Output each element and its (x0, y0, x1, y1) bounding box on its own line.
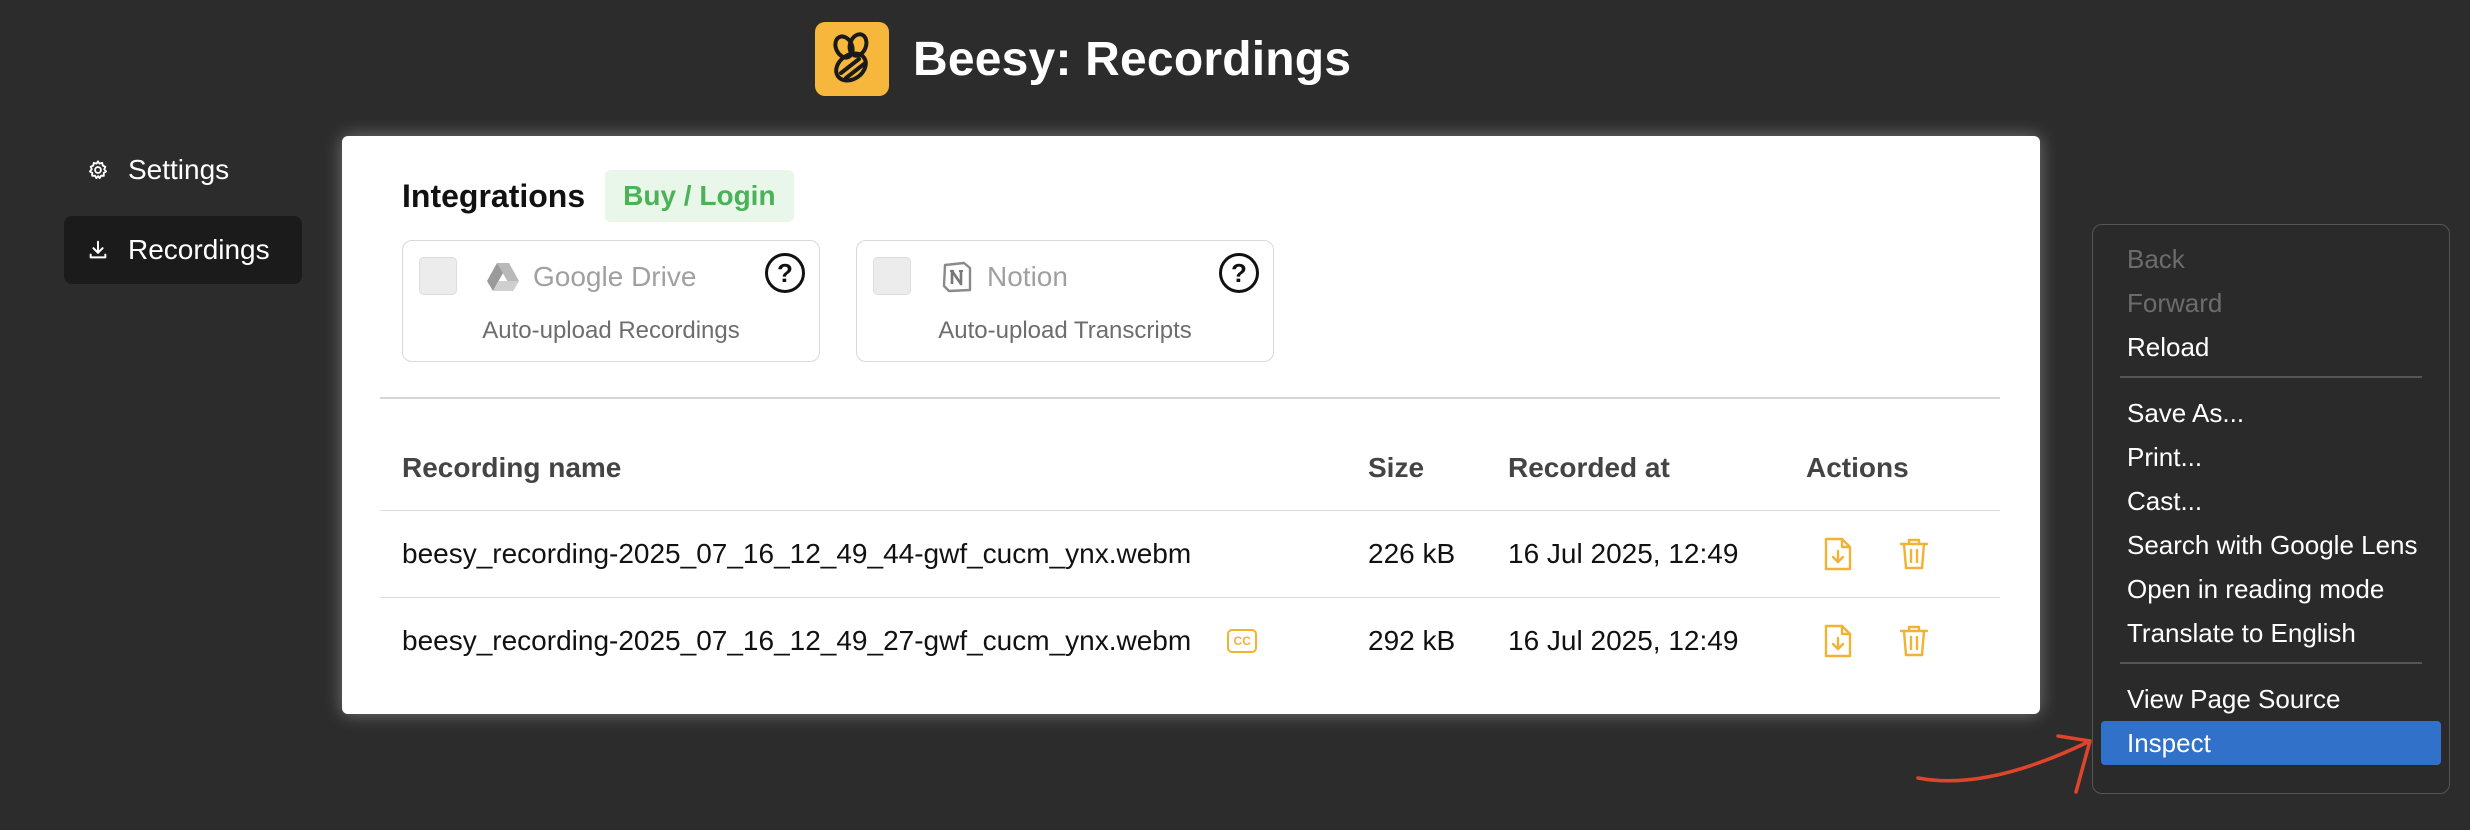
sidebar: Settings Recordings (64, 136, 302, 296)
context-menu: Back Forward Reload Save As... Print... … (2092, 224, 2450, 794)
beesy-logo-icon (815, 22, 889, 96)
app-header: Beesy: Recordings (815, 22, 1351, 96)
trash-icon[interactable] (1894, 534, 1934, 574)
sidebar-item-label: Recordings (128, 234, 270, 265)
google-drive-checkbox[interactable] (419, 257, 457, 295)
menu-item-save-as[interactable]: Save As... (2101, 391, 2441, 435)
menu-item-view-source[interactable]: View Page Source (2101, 677, 2441, 721)
sidebar-item-settings[interactable]: Settings (64, 136, 302, 204)
menu-separator (2120, 376, 2422, 378)
menu-item-cast[interactable]: Cast... (2101, 479, 2441, 523)
google-drive-icon (485, 261, 521, 293)
help-icon[interactable]: ? (1219, 253, 1259, 293)
recordings-panel: Integrations Buy / Login Google Drive ? … (342, 136, 2040, 714)
menu-item-forward[interactable]: Forward (2101, 281, 2441, 325)
menu-item-translate[interactable]: Translate to English (2101, 611, 2441, 655)
table-row: beesy_recording-2025_07_16_12_49_27-gwf_… (380, 598, 2000, 684)
sidebar-item-recordings[interactable]: Recordings (64, 216, 302, 284)
column-header-size: Size (1368, 452, 1425, 483)
help-icon[interactable]: ? (765, 253, 805, 293)
row-actions (1806, 534, 2000, 574)
google-drive-subtitle: Auto-upload Recordings (482, 317, 740, 344)
recording-size: 292 kB (1368, 625, 1456, 656)
menu-item-reload[interactable]: Reload (2101, 325, 2441, 369)
annotation-arrow-icon (1916, 734, 2092, 794)
menu-item-reading-mode[interactable]: Open in reading mode (2101, 567, 2441, 611)
menu-item-google-lens[interactable]: Search with Google Lens (2101, 523, 2441, 567)
integrations-header: Integrations Buy / Login (402, 170, 794, 222)
sidebar-item-label: Settings (128, 154, 230, 185)
menu-item-back[interactable]: Back (2101, 237, 2441, 281)
divider (380, 397, 2000, 399)
column-header-recorded: Recorded at (1508, 452, 1670, 483)
row-actions (1806, 621, 2000, 661)
recording-name: beesy_recording-2025_07_16_12_49_27-gwf_… (402, 625, 1192, 656)
download-file-icon[interactable] (1818, 621, 1858, 661)
notion-subtitle: Auto-upload Transcripts (938, 317, 1192, 344)
menu-separator (2120, 662, 2422, 664)
closed-captions-icon[interactable]: CC (1227, 629, 1258, 653)
integration-google-drive: Google Drive ? Auto-upload Recordings (402, 240, 820, 362)
integration-notion: Notion ? Auto-upload Transcripts (856, 240, 1274, 362)
trash-icon[interactable] (1894, 621, 1934, 661)
integrations-title: Integrations (402, 177, 586, 214)
buy-login-button[interactable]: Buy / Login (605, 170, 794, 222)
gear-icon (86, 158, 110, 182)
download-file-icon[interactable] (1818, 534, 1858, 574)
notion-label: Notion (987, 261, 1068, 292)
menu-item-inspect[interactable]: Inspect (2101, 721, 2441, 765)
column-header-actions: Actions (1806, 452, 1909, 483)
menu-item-print[interactable]: Print... (2101, 435, 2441, 479)
recording-name: beesy_recording-2025_07_16_12_49_44-gwf_… (402, 538, 1192, 569)
table-header: Recording name Size Recorded at Actions (380, 426, 2000, 511)
recording-date: 16 Jul 2025, 12:49 (1508, 625, 1739, 656)
recording-size: 226 kB (1368, 538, 1456, 569)
page-title: Beesy: Recordings (913, 32, 1352, 86)
recordings-table: Recording name Size Recorded at Actions … (380, 426, 2000, 684)
notion-checkbox[interactable] (873, 257, 911, 295)
recording-date: 16 Jul 2025, 12:49 (1508, 538, 1739, 569)
google-drive-label: Google Drive (533, 261, 697, 292)
notion-icon (939, 261, 975, 293)
download-icon (86, 238, 110, 262)
column-header-name: Recording name (402, 452, 622, 483)
table-row: beesy_recording-2025_07_16_12_49_44-gwf_… (380, 511, 2000, 598)
